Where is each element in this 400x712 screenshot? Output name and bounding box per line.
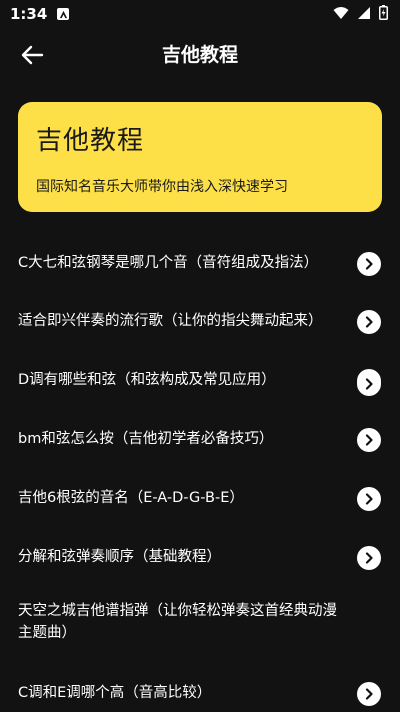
status-bar: 1:34 [0, 0, 400, 28]
list-item[interactable]: D调有哪些和弦（和弦构成及常见应用） [0, 345, 400, 404]
chevron-right-icon [365, 493, 373, 505]
list-item-label: C大七和弦钢琴是哪几个音（音符组成及指法） [18, 255, 319, 271]
list-item[interactable]: C大七和弦钢琴是哪几个音（音符组成及指法） [0, 228, 400, 286]
app-bar: 吉他教程 [0, 28, 400, 82]
list-item-label: 吉他6根弦的音名（E-A-D-G-B-E） [18, 490, 244, 506]
chevron-right-icon [365, 552, 373, 564]
list-item[interactable]: C调和E调哪个高（音高比较） [0, 663, 400, 712]
chevron-right-button[interactable] [357, 252, 381, 276]
list-item-label: 分解和弦弹奏顺序（基础教程） [18, 549, 221, 565]
list-item[interactable]: 适合即兴伴奏的流行歌（让你的指尖舞动起来） [0, 286, 400, 345]
list-item[interactable]: 天空之城吉他谱指弹（让你轻松弹奏这首经典动漫主题曲） [0, 372, 400, 663]
chevron-right-button[interactable] [357, 487, 381, 511]
chevron-right-icon [365, 258, 373, 270]
list-item[interactable]: bm和弦怎么按（吉他初学者必备技巧） [0, 404, 400, 463]
chevron-right-button[interactable] [357, 428, 381, 452]
chevron-right-icon [365, 434, 373, 446]
chevron-right-icon [365, 688, 373, 700]
status-right [333, 4, 388, 24]
status-left: 1:34 [10, 5, 70, 23]
notification-app-icon [57, 8, 70, 20]
chevron-right-button[interactable] [357, 310, 381, 334]
list-item-label: D调有哪些和弦（和弦构成及常见应用） [18, 372, 276, 388]
battery-icon [379, 4, 388, 24]
banner-title: 吉他教程 [36, 126, 145, 156]
chevron-right-button[interactable] [357, 372, 381, 396]
status-time: 1:34 [10, 5, 48, 23]
banner-subtitle: 国际知名音乐大师带你由浅入深快速学习 [36, 179, 288, 195]
list-item[interactable]: 吉他6根弦的音名（E-A-D-G-B-E） [0, 463, 400, 522]
chevron-right-icon [365, 316, 373, 328]
page-title: 吉他教程 [161, 44, 238, 66]
wifi-icon [333, 5, 349, 24]
signal-icon [357, 5, 371, 24]
chevron-right-icon [365, 378, 373, 390]
list-item-label: 适合即兴伴奏的流行歌（让你的指尖舞动起来） [18, 313, 323, 329]
list-item[interactable]: 分解和弦弹奏顺序（基础教程） [0, 522, 400, 581]
chevron-right-button[interactable] [357, 546, 381, 570]
chevron-right-button[interactable] [357, 682, 381, 706]
list-item-label: C调和E调哪个高（音高比较） [18, 685, 212, 701]
list-item-label: bm和弦怎么按（吉他初学者必备技巧） [18, 431, 274, 447]
list-item-label: 天空之城吉他谱指弹（让你轻松弹奏这首经典动漫主题曲） [18, 603, 337, 641]
banner-card: 吉他教程 国际知名音乐大师带你由浅入深快速学习 [18, 102, 382, 212]
